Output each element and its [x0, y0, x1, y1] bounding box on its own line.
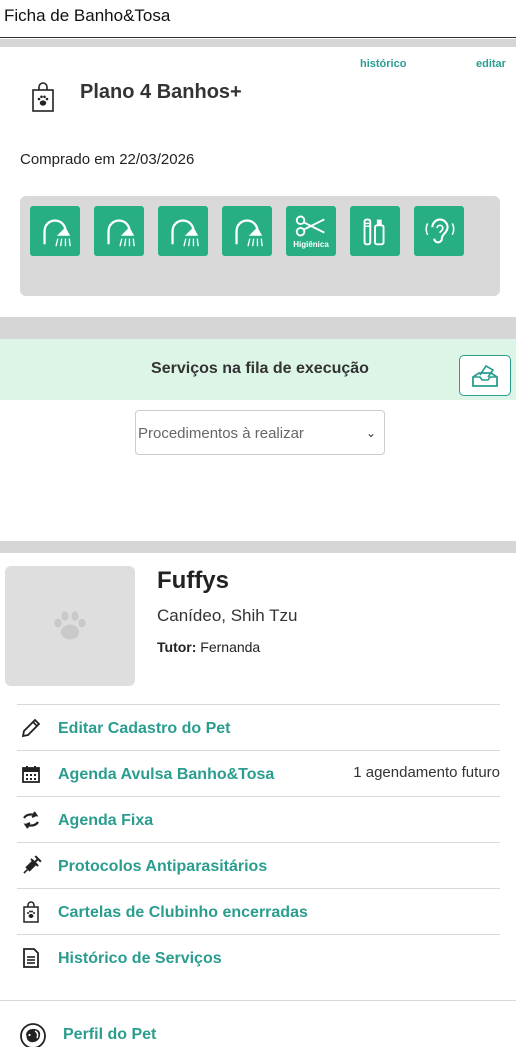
ear-icon[interactable]: [414, 206, 464, 256]
pet-profile-link[interactable]: Perfil do Pet: [20, 1023, 220, 1047]
pet-breed: Canídeo, Shih Tzu: [157, 606, 298, 625]
menu-item-agenda-fixa[interactable]: Agenda Fixa: [17, 796, 500, 842]
pencil-icon: [20, 717, 42, 739]
shower-icon[interactable]: [222, 206, 272, 256]
edit-link[interactable]: editar: [476, 58, 506, 70]
tray-print-icon: [472, 364, 498, 387]
plan-services-box: Higiênica: [20, 196, 500, 296]
chevron-down-icon: ⌄: [365, 426, 376, 440]
procedures-select[interactable]: Procedimentos à realizar ⌄: [135, 410, 385, 455]
menu-item-clubinho[interactable]: Cartelas de Clubinho encerradas: [17, 888, 500, 934]
hygiene-label: Higiênica: [293, 240, 329, 249]
menu-item-edit-pet[interactable]: Editar Cadastro do Pet: [17, 704, 500, 750]
history-link[interactable]: histórico: [360, 58, 406, 70]
queue-header: Serviços na fila de execução: [0, 339, 516, 400]
shopping-bag-paw-icon: [20, 901, 42, 923]
section-divider: [0, 1000, 516, 1001]
plan-name: Plano 4 Banhos+: [80, 81, 242, 103]
paw-icon: [54, 611, 86, 640]
dog-head-icon: [20, 1023, 46, 1047]
toothbrush-icon[interactable]: [350, 206, 400, 256]
title-bar: Ficha de Banho&Tosa: [0, 0, 516, 38]
syringe-icon: [20, 855, 42, 877]
menu-item-antiparasitarios[interactable]: Protocolos Antiparasitários: [17, 842, 500, 888]
pet-tutor: Tutor: Fernanda: [157, 639, 261, 655]
section-divider: [0, 39, 516, 47]
shower-icon[interactable]: [30, 206, 80, 256]
purchase-date: Comprado em 22/03/2026: [20, 151, 195, 168]
pet-photo[interactable]: [5, 566, 135, 686]
section-divider: [0, 541, 516, 553]
pet-name: Fuffys: [157, 567, 229, 594]
shopping-bag-paw-icon: [32, 82, 54, 112]
future-appointments-count: 1 agendamento futuro: [353, 764, 500, 781]
document-icon: [20, 947, 42, 969]
menu-item-agenda-avulsa[interactable]: Agenda Avulsa Banho&Tosa 1 agendamento f…: [17, 750, 500, 796]
shower-icon[interactable]: [158, 206, 208, 256]
recurring-arrows-icon: [20, 809, 42, 831]
pet-menu: Editar Cadastro do Pet Agenda Avulsa Ban…: [17, 704, 500, 980]
plan-card: histórico editar Plano 4 Banhos+ Comprad…: [0, 47, 516, 317]
scissors-icon[interactable]: Higiênica: [286, 206, 336, 256]
calendar-icon: [20, 763, 42, 785]
queue-title: Serviços na fila de execução: [151, 360, 369, 377]
queue-print-button[interactable]: [459, 355, 511, 396]
section-divider: [0, 317, 516, 339]
window-title: Ficha de Banho&Tosa: [4, 6, 171, 25]
menu-item-historico[interactable]: Histórico de Serviços: [17, 934, 500, 980]
shower-icon[interactable]: [94, 206, 144, 256]
